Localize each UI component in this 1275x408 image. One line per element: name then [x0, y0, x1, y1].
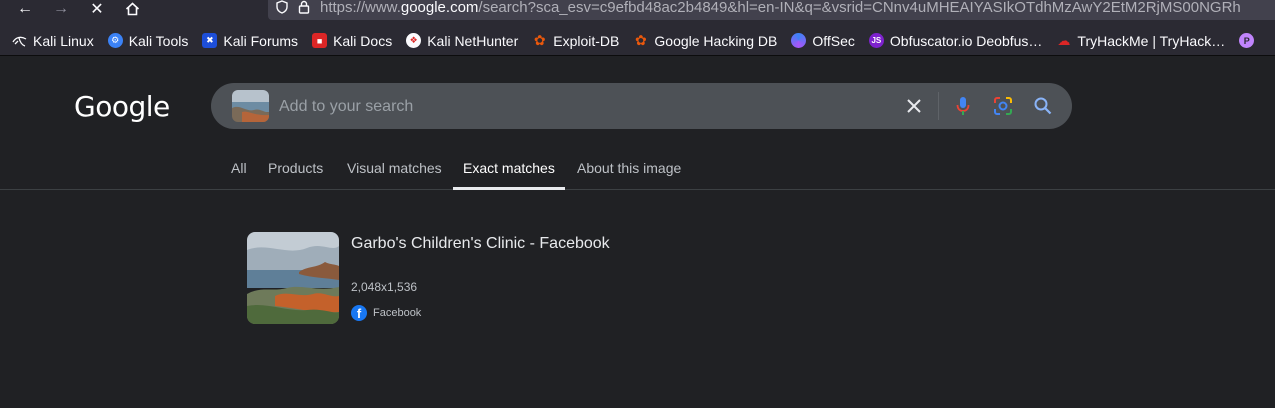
search-bar[interactable] — [211, 83, 1072, 129]
search-image-thumbnail[interactable] — [232, 90, 269, 122]
result-dimensions: 2,048x1,536 — [351, 280, 418, 294]
lock-icon[interactable] — [298, 0, 310, 14]
tab-products[interactable]: Products — [268, 160, 323, 176]
bookmark-kali-linux[interactable]: Kali Linux — [12, 33, 94, 49]
bookmark-label: Kali Linux — [33, 32, 94, 49]
bookmark-label: Kali Tools — [128, 32, 189, 49]
bookmark-kali-nethunter[interactable]: ❖ Kali NetHunter — [406, 33, 518, 49]
microphone-icon[interactable] — [951, 94, 975, 118]
ghdb-icon: ✿ — [635, 32, 647, 48]
tab-about-this-image[interactable]: About this image — [577, 160, 681, 176]
bookmark-tryhackme[interactable]: ☁ TryHackMe | TryHack… — [1056, 33, 1225, 49]
forward-icon[interactable]: → — [50, 0, 72, 18]
bookmark-kali-docs[interactable]: ■ Kali Docs — [312, 33, 392, 49]
tab-all[interactable]: All — [231, 160, 247, 176]
bookmark-obfuscator[interactable]: JS Obfuscator.io Deobfus… — [868, 32, 1043, 49]
search-icon[interactable] — [1031, 94, 1055, 118]
bookmark-label: TryHackMe | TryHack… — [1077, 32, 1226, 49]
tab-visual-matches[interactable]: Visual matches — [347, 160, 442, 176]
bookmark-label: Google Hacking DB — [654, 32, 778, 49]
kali-dragon-icon — [12, 33, 27, 48]
bookmarks-bar: Kali Linux ⚙ Kali Tools ✖ Kali Forums ■ … — [0, 26, 1275, 56]
bookmark-overflow[interactable]: P — [1239, 33, 1260, 48]
tab-exact-matches[interactable]: Exact matches — [463, 160, 555, 176]
clear-icon[interactable] — [902, 94, 926, 118]
offsec-icon — [791, 33, 807, 48]
back-icon[interactable]: ← — [14, 0, 36, 18]
kali-docs-icon: ■ — [312, 33, 328, 48]
stop-icon[interactable]: ✕ — [86, 0, 108, 18]
bookmark-label: Kali Docs — [333, 32, 393, 49]
result-title[interactable]: Garbo's Children's Clinic - Facebook — [351, 235, 610, 253]
bookmark-label: Obfuscator.io Deobfus… — [889, 32, 1043, 49]
bookmark-kali-tools[interactable]: ⚙ Kali Tools — [107, 32, 189, 49]
shield-icon[interactable] — [276, 0, 288, 14]
kali-forums-icon: ✖ — [202, 33, 218, 48]
bookmark-label: Kali Forums — [223, 32, 299, 49]
home-icon[interactable] — [121, 0, 143, 18]
google-logo[interactable]: Google — [74, 90, 170, 123]
bookmark-label: Exploit-DB — [553, 32, 620, 49]
bookmark-kali-forums[interactable]: ✖ Kali Forums — [202, 33, 298, 49]
browser-toolbar: ← → ✕ https://www.google.com/search?sca_… — [0, 0, 1275, 26]
tryhackme-icon: ☁ — [1057, 32, 1071, 48]
facebook-icon: f — [351, 305, 367, 321]
bookmark-google-hacking-db[interactable]: ✿ Google Hacking DB — [633, 32, 778, 49]
url-text: https://www.google.com/search?sca_esv=c9… — [320, 0, 1241, 16]
active-tab-indicator — [453, 187, 565, 190]
kali-tools-icon: ⚙ — [107, 33, 123, 48]
result-thumbnail[interactable] — [247, 232, 339, 324]
results-tabs: All Products Visual matches Exact matche… — [0, 150, 1275, 190]
search-divider — [938, 92, 939, 120]
url-bar[interactable]: https://www.google.com/search?sca_esv=c9… — [268, 0, 1275, 20]
result-source[interactable]: f Facebook — [351, 305, 421, 321]
exploit-db-icon: ✿ — [533, 32, 546, 48]
google-lens-icon[interactable] — [991, 94, 1015, 118]
bookmark-label: Kali NetHunter — [427, 32, 519, 49]
result-source-label: Facebook — [373, 307, 422, 319]
obfuscator-icon: JS — [868, 33, 884, 48]
kali-nethunter-icon: ❖ — [406, 33, 422, 48]
search-input[interactable] — [279, 96, 879, 118]
bookmark-exploit-db[interactable]: ✿ Exploit-DB — [532, 32, 620, 49]
profile-icon: P — [1239, 33, 1255, 48]
bookmark-offsec[interactable]: OffSec — [791, 33, 855, 49]
bookmark-label: OffSec — [812, 32, 855, 49]
